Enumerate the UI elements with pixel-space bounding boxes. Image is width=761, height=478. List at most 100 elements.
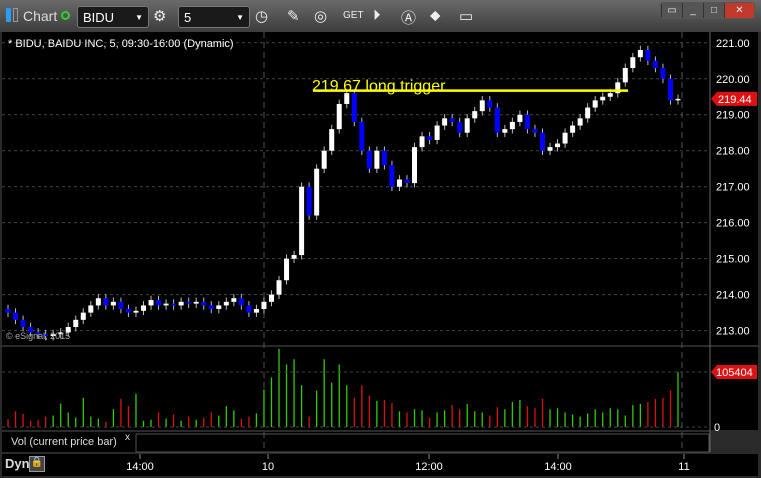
candle-body xyxy=(329,129,335,151)
link-icon[interactable] xyxy=(6,8,11,22)
volume-close-button[interactable]: x xyxy=(125,432,130,443)
maximize-button[interactable]: □ xyxy=(703,3,724,18)
volume-label-box xyxy=(135,433,710,453)
candle-body xyxy=(314,168,320,216)
candle-body xyxy=(539,132,545,151)
candle-body xyxy=(675,98,681,101)
candle-body xyxy=(479,100,485,112)
candle-body xyxy=(20,319,26,328)
chart-legend: * BIDU, BAIDU INC, 5, 09:30-16:00 (Dynam… xyxy=(8,38,234,50)
candle-body xyxy=(268,294,274,302)
settings-icon[interactable]: ⚙ xyxy=(153,7,166,25)
candle-body xyxy=(223,301,229,306)
candle-body xyxy=(630,57,636,68)
candle-body xyxy=(562,132,568,144)
candle-body xyxy=(645,49,651,61)
candle-body xyxy=(396,179,402,187)
candle-body xyxy=(336,103,342,130)
candle-body xyxy=(186,301,192,304)
lock-icon[interactable]: 🔒 xyxy=(29,456,45,472)
volume-zero-label: 0 xyxy=(714,422,720,434)
title-bar: Chart BIDU ▼ ⚙ 5 ▼ ◷ ✎ ◎ GET ⏵ Ⓐ ⬥ ▭ ▭ _ □… xyxy=(0,0,761,32)
candle-body xyxy=(141,305,147,311)
candle-body xyxy=(570,125,576,133)
close-button[interactable]: ✕ xyxy=(724,3,754,18)
candle-body xyxy=(517,114,523,122)
candle-body xyxy=(449,118,455,122)
play-icon[interactable]: ⏵ xyxy=(373,7,381,24)
candle-body xyxy=(13,312,19,320)
y-tick-label: 218.00 xyxy=(716,146,750,158)
candle-body xyxy=(125,309,131,313)
minimize-button[interactable]: _ xyxy=(682,3,703,18)
candle-body xyxy=(238,298,244,306)
candle-body xyxy=(306,186,312,216)
candle-body xyxy=(547,147,553,151)
candle-body xyxy=(253,309,259,313)
candle-body xyxy=(457,121,463,133)
y-tick-label: 216.00 xyxy=(716,218,750,230)
interval-input[interactable]: 5 ▼ xyxy=(178,6,250,28)
volume-axis xyxy=(710,347,758,430)
candle-body xyxy=(532,129,538,133)
candle-body xyxy=(600,96,606,101)
copyright: © eSignal, 2015 xyxy=(6,331,71,341)
symbol-input[interactable]: BIDU ▼ xyxy=(77,6,149,28)
candle-body xyxy=(95,298,101,306)
candle-body xyxy=(351,93,357,122)
x-tick-label: 12:00 xyxy=(415,461,443,473)
annotation-text[interactable]: 219.67 long trigger xyxy=(312,78,445,96)
candle-body xyxy=(434,125,440,140)
get-icon[interactable]: GET xyxy=(343,10,364,21)
candle-body xyxy=(592,100,598,108)
candle-body xyxy=(80,312,86,320)
pencil-icon[interactable]: ✎ xyxy=(287,7,300,25)
alert-icon[interactable]: Ⓐ xyxy=(401,7,416,28)
time-axis xyxy=(2,454,758,476)
link2-icon[interactable] xyxy=(13,8,18,22)
volume-tag-label: 105404 xyxy=(716,367,753,379)
price-chart[interactable]: 221.00 220.00 219.00 218.00 217.00 216.00 215.… xyxy=(0,32,761,478)
candle-body xyxy=(577,118,583,126)
candle-body xyxy=(201,301,207,306)
candle-body xyxy=(299,186,305,256)
dock-button[interactable]: ▭ xyxy=(661,3,682,18)
y-tick-label: 213.00 xyxy=(716,326,750,338)
dyn-label: Dyn xyxy=(5,456,30,471)
candle-body xyxy=(427,136,433,140)
study-icon[interactable]: ◎ xyxy=(314,7,327,25)
y-tick-label: 215.00 xyxy=(716,254,750,266)
candle-body xyxy=(5,309,11,313)
candle-body xyxy=(110,301,116,306)
candle-body xyxy=(366,150,372,169)
candle-body xyxy=(261,301,267,310)
y-tick-label: 221.00 xyxy=(716,38,750,50)
candle-body xyxy=(156,300,162,306)
candle-body xyxy=(321,150,327,169)
candle-body xyxy=(231,298,237,302)
candle-body xyxy=(88,305,94,313)
candle-body xyxy=(374,150,380,169)
comment-icon[interactable]: ▭ xyxy=(459,7,473,25)
interval-value: 5 xyxy=(184,9,192,25)
candle-body xyxy=(555,143,561,148)
candle-body xyxy=(502,129,508,133)
clock-icon[interactable]: ◷ xyxy=(255,7,268,25)
current-price-label: 219.44 xyxy=(718,94,752,106)
candle-body xyxy=(464,118,470,133)
candle-body xyxy=(442,118,448,126)
candle-body xyxy=(291,255,297,259)
candle-body xyxy=(524,114,530,130)
window-controls: ▭ _ □ ✕ xyxy=(660,2,755,19)
candle-body xyxy=(607,93,613,97)
link-chain-icon[interactable]: ⬥ xyxy=(430,7,441,24)
volume-label: Vol (current price bar) xyxy=(11,436,117,448)
y-tick-label: 217.00 xyxy=(716,182,750,194)
candle-body xyxy=(193,301,199,304)
candle-body xyxy=(667,78,673,101)
candle-body xyxy=(637,49,643,58)
candle-body xyxy=(103,298,109,306)
y-tick-label: 214.00 xyxy=(716,290,750,302)
x-tick-label: 14:00 xyxy=(126,461,154,473)
candle-body xyxy=(133,310,139,313)
